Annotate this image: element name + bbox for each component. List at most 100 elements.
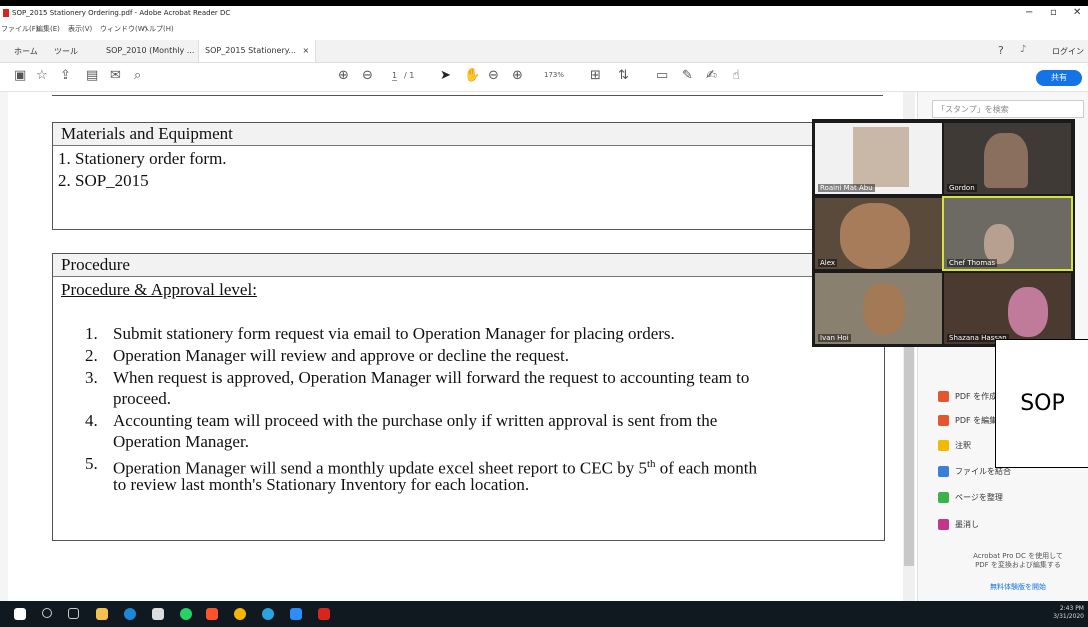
stamp-search-input[interactable]: 「スタンプ」を検索	[932, 100, 1084, 118]
windows-taskbar: 2:43 PM 3/31/2020	[0, 601, 1088, 627]
video-tile-3[interactable]: Alex	[815, 198, 942, 269]
comment-icon[interactable]: ▭	[656, 68, 668, 83]
participant-video-4	[984, 224, 1014, 264]
zoom-in-icon[interactable]: ⊕	[512, 68, 523, 83]
bookmark-star-icon[interactable]: ☆	[36, 68, 48, 83]
tab-sop-2015[interactable]: SOP_2015 Stationery... ×	[198, 40, 317, 62]
search-zoom-icon[interactable]: ⌕	[134, 68, 141, 83]
brave-browser-icon[interactable]	[206, 608, 218, 620]
tool-create-pdf[interactable]: PDF を作成	[938, 391, 997, 402]
chrome-icon[interactable]	[234, 608, 246, 620]
zoom-app-icon[interactable]	[290, 608, 302, 620]
document-view[interactable]: Materials and Equipment 1. Stationery or…	[8, 92, 901, 601]
tool-redact[interactable]: 墨消し	[938, 519, 979, 530]
video-call-gallery[interactable]: Roaini Mat Abu Gordon Alex Chef Thomas I…	[812, 119, 1075, 347]
procedure-item-5-line2: to review last month's Stationary Invent…	[113, 475, 530, 494]
procedure-item-1: Submit stationery form request via email…	[113, 324, 675, 343]
comment-tool-icon	[938, 440, 949, 451]
menu-file[interactable]: ファイル(F)	[1, 24, 39, 34]
sign-icon[interactable]: ✍	[706, 68, 717, 83]
close-window-button[interactable]: ✕	[1073, 7, 1081, 18]
tab-sop-2010[interactable]: SOP_2010 (Monthly ...	[106, 46, 194, 55]
procedure-item-2: Operation Manager will review and approv…	[113, 346, 569, 365]
materials-item-1: 1. Stationery order form.	[58, 149, 227, 168]
windows-start-icon[interactable]	[14, 608, 26, 620]
procedure-heading-text: Procedure	[61, 255, 130, 274]
save-icon[interactable]: ▣	[14, 68, 26, 83]
pro-promo: Acrobat Pro DC を使用して PDF を変換および編集する	[958, 552, 1078, 570]
previous-section-bottom	[52, 92, 883, 96]
prev-page-icon[interactable]: ⊕	[338, 68, 349, 83]
search-icon[interactable]	[42, 608, 52, 618]
tab-tools[interactable]: ツール	[54, 46, 78, 57]
participant-name-5: Ivan Hoi	[818, 334, 851, 342]
bell-icon[interactable]: ♪	[1020, 44, 1026, 55]
scroll-mode-icon[interactable]: ⇅	[618, 68, 629, 83]
zoom-out-icon[interactable]: ⊖	[488, 68, 499, 83]
free-trial-link[interactable]: 無料体験版を開始	[958, 582, 1078, 592]
procedure-item-4-line2: Operation Manager.	[113, 432, 249, 451]
procedure-item-4-line1: Accounting team will proceed with the pu…	[113, 411, 718, 430]
highlight-pen-icon[interactable]: ✎	[682, 68, 693, 83]
participant-video-3	[840, 203, 910, 269]
select-cursor-icon[interactable]: ➤	[440, 68, 451, 83]
share-button[interactable]: 共有	[1036, 70, 1082, 86]
video-tile-5[interactable]: Ivan Hoi	[815, 273, 942, 344]
title-bar: SOP_2015 Stationery Ordering.pdf - Adobe…	[0, 6, 1088, 20]
tab-sop-2015-label: SOP_2015 Stationery...	[205, 46, 296, 55]
left-panel-collapse[interactable]	[0, 92, 8, 601]
maximize-button[interactable]: ▫	[1050, 7, 1057, 18]
menu-help[interactable]: ヘルプ(H)	[142, 24, 174, 34]
minimize-button[interactable]: −	[1025, 7, 1033, 18]
promo-line-1: Acrobat Pro DC を使用して	[973, 552, 1063, 560]
procedure-item-5-text-b: of each month	[655, 458, 758, 478]
tool-comment[interactable]: 注釈	[938, 440, 971, 451]
tool-edit-pdf[interactable]: PDF を編集	[938, 415, 997, 426]
calculator-icon[interactable]	[152, 608, 164, 620]
scrollbar-thumb[interactable]	[904, 336, 914, 566]
main-toolbar: ▣ ☆ ⇪ ▤ ✉ ⌕ ⊕ ⊖ 1 / 1 ➤ ✋ ⊖ ⊕ 173% ⊞ ⇅ ▭…	[0, 63, 1088, 92]
file-explorer-icon[interactable]	[96, 608, 108, 620]
procedure-subheading: Procedure & Approval level:	[61, 280, 257, 299]
menu-view[interactable]: 表示(V)	[68, 24, 92, 34]
tool-edit-pdf-label: PDF を編集	[955, 416, 998, 425]
window-title: SOP_2015 Stationery Ordering.pdf - Adobe…	[12, 9, 231, 17]
redact-icon	[938, 519, 949, 530]
close-tab-icon[interactable]: ×	[303, 46, 310, 55]
whatsapp-icon[interactable]	[180, 608, 192, 620]
task-view-icon[interactable]	[68, 608, 79, 619]
video-tile-4-active-speaker[interactable]: Chef Thomas	[942, 196, 1073, 271]
video-tile-6[interactable]: Shazana Hassan	[944, 273, 1071, 344]
skype-icon[interactable]	[124, 608, 136, 620]
email-icon[interactable]: ✉	[110, 68, 121, 83]
help-icon[interactable]: ?	[998, 44, 1004, 57]
procedure-num-2: 2.	[85, 346, 98, 365]
telegram-icon[interactable]	[262, 608, 274, 620]
next-page-icon[interactable]: ⊖	[362, 68, 373, 83]
page-number-input[interactable]: 1	[392, 71, 398, 81]
video-tile-1[interactable]: Roaini Mat Abu	[815, 123, 942, 194]
tool-comment-label: 注釈	[955, 441, 971, 450]
hand-tool-icon[interactable]: ✋	[464, 68, 480, 83]
fit-page-icon[interactable]: ⊞	[590, 68, 601, 83]
video-tile-2[interactable]: Gordon	[944, 123, 1071, 194]
tab-home[interactable]: ホーム	[14, 46, 38, 57]
menu-window[interactable]: ウィンドウ(W)	[100, 24, 147, 34]
stamp-icon[interactable]: ☝	[732, 68, 740, 83]
upload-icon[interactable]: ⇪	[60, 68, 71, 83]
menu-edit[interactable]: 編集(E)	[36, 24, 60, 34]
participant-video-2	[984, 133, 1028, 188]
login-link[interactable]: ログイン	[1052, 46, 1084, 57]
combine-files-icon	[938, 466, 949, 477]
participant-name-4: Chef Thomas	[947, 259, 998, 267]
acrobat-logo-icon	[3, 9, 9, 17]
participant-video-1	[853, 127, 909, 187]
tool-organize-label: ページを整理	[955, 493, 1003, 502]
clock-time: 2:43 PM	[1059, 605, 1084, 612]
system-clock[interactable]: 2:43 PM 3/31/2020	[1053, 605, 1084, 621]
tool-organize-pages[interactable]: ページを整理	[938, 492, 1003, 503]
menu-bar: ファイル(F) 編集(E) 表示(V) ウィンドウ(W) ヘルプ(H)	[0, 20, 1088, 34]
acrobat-taskbar-icon[interactable]	[318, 608, 330, 620]
zoom-level-dropdown[interactable]: 173%	[544, 71, 564, 79]
print-icon[interactable]: ▤	[86, 68, 98, 83]
